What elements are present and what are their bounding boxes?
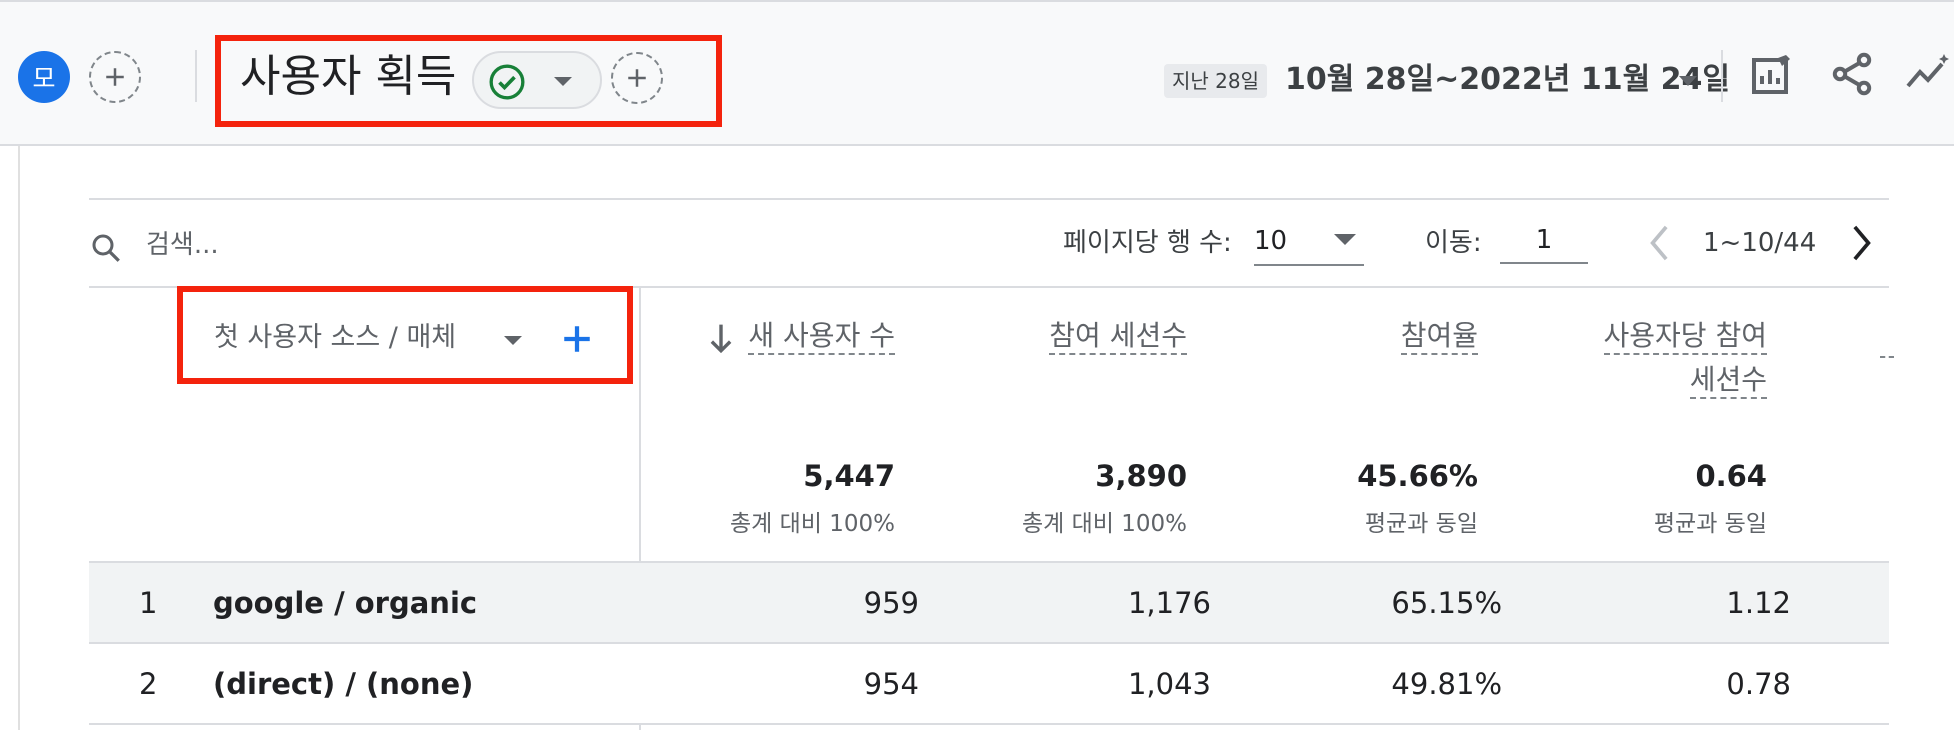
chevron-left-icon[interactable] bbox=[1645, 222, 1675, 264]
row-dimension: (direct) / (none) bbox=[213, 667, 474, 701]
divider bbox=[89, 198, 1889, 200]
column-header-label: 세션수 bbox=[1689, 363, 1767, 399]
customize-report-button[interactable] bbox=[1744, 46, 1800, 102]
row-dimension: google / organic bbox=[213, 586, 478, 620]
search-input[interactable]: 검색... bbox=[146, 226, 219, 264]
total-value: 3,890 bbox=[1095, 459, 1187, 493]
total-value: 45.66% bbox=[1357, 459, 1478, 493]
share-button[interactable] bbox=[1824, 46, 1880, 102]
edit-report-icon bbox=[1752, 55, 1790, 94]
row-value: 49.81% bbox=[1391, 667, 1502, 701]
column-header-engagement-rate[interactable]: 참여율 bbox=[1400, 314, 1478, 358]
rows-per-page-select[interactable]: 10 bbox=[1254, 218, 1364, 266]
goto-page-label: 이동: bbox=[1425, 228, 1482, 258]
sort-descending-icon bbox=[710, 324, 732, 354]
chevron-right-icon[interactable] bbox=[1846, 222, 1876, 264]
total-note: 총계 대비 100% bbox=[729, 511, 895, 537]
search-icon bbox=[92, 234, 120, 262]
column-header-engaged-sessions-per-user[interactable]: 사용자당 참여 세션수 bbox=[1603, 314, 1767, 402]
divider bbox=[89, 723, 1889, 725]
row-value: 65.15% bbox=[1391, 586, 1502, 620]
column-header-label: 새 사용자 수 bbox=[748, 319, 895, 355]
total-note: 총계 대비 100% bbox=[1021, 511, 1187, 537]
property-avatar[interactable]: 모 bbox=[18, 51, 70, 103]
column-header-engaged-sessions[interactable]: 참여 세션수 bbox=[1049, 314, 1187, 358]
column-header-truncated[interactable] bbox=[1880, 314, 1894, 358]
chevron-down-icon[interactable] bbox=[1679, 76, 1697, 86]
row-value: 954 bbox=[863, 667, 919, 701]
rows-per-page-value: 10 bbox=[1254, 226, 1288, 256]
header-divider bbox=[1721, 50, 1723, 102]
date-range-selector[interactable]: 10월 28일~2022년 11월 24일 bbox=[1285, 58, 1730, 102]
column-header-new-users[interactable]: 새 사용자 수 bbox=[748, 314, 895, 358]
row-value: 0.78 bbox=[1726, 667, 1791, 701]
total-note: 평균과 동일 bbox=[1653, 511, 1767, 537]
dimension-highlight-box bbox=[177, 286, 633, 384]
left-gutter bbox=[18, 146, 20, 730]
insights-button[interactable] bbox=[1900, 46, 1954, 102]
table-row[interactable]: 1 google / organic 959 1,176 65.15% 1.12 bbox=[89, 563, 1889, 644]
row-index: 1 bbox=[139, 586, 158, 620]
row-value: 1,043 bbox=[1127, 667, 1211, 701]
total-value: 0.64 bbox=[1695, 459, 1767, 493]
rows-per-page-label: 페이지당 행 수: bbox=[1063, 228, 1232, 258]
share-icon bbox=[1832, 52, 1872, 96]
date-preset-badge: 지난 28일 bbox=[1164, 64, 1268, 98]
table-row[interactable]: 2 (direct) / (none) 954 1,043 49.81% 0.7… bbox=[89, 644, 1889, 725]
title-highlight-box bbox=[215, 35, 722, 127]
column-header-label: 사용자당 참여 bbox=[1603, 319, 1767, 355]
total-note: 평균과 동일 bbox=[1364, 511, 1478, 537]
row-value: 1,176 bbox=[1127, 586, 1211, 620]
row-value: 1.12 bbox=[1726, 586, 1791, 620]
plus-icon bbox=[106, 68, 124, 86]
row-value: 959 bbox=[863, 586, 919, 620]
page-range: 1~10/44 bbox=[1703, 228, 1817, 258]
total-value: 5,447 bbox=[803, 459, 895, 493]
column-header-label: 참여 세션수 bbox=[1049, 319, 1187, 355]
column-header-label: 참여율 bbox=[1400, 319, 1478, 355]
header-divider bbox=[195, 50, 197, 102]
add-comparison-button[interactable] bbox=[89, 51, 141, 103]
row-index: 2 bbox=[139, 667, 158, 701]
chevron-down-icon bbox=[1334, 234, 1356, 245]
insights-icon bbox=[1906, 54, 1949, 88]
goto-page-input[interactable] bbox=[1500, 218, 1588, 264]
